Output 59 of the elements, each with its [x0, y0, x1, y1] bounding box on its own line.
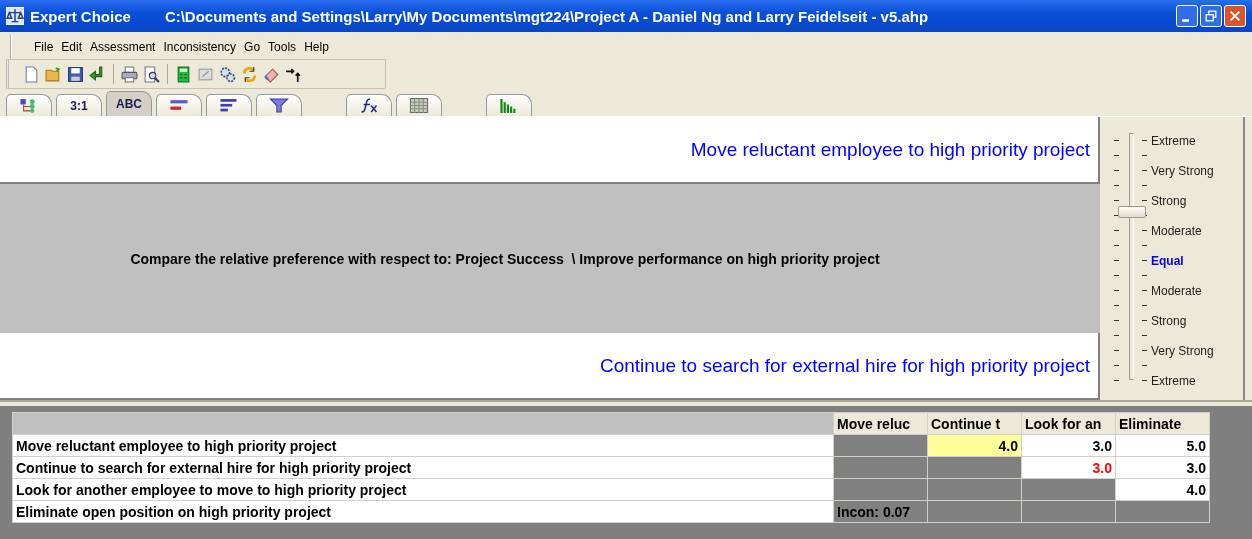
close-icon [1228, 9, 1242, 23]
menu-item[interactable]: Assessment [86, 40, 160, 54]
menu-item[interactable]: File [30, 40, 58, 54]
scale-label: Moderate [1151, 223, 1202, 238]
scale-label: Extreme [1151, 133, 1196, 148]
scale-label: Strong [1151, 193, 1187, 208]
menu-item[interactable]: Inconsistency [159, 40, 241, 54]
column-header: Continue t [927, 412, 1022, 435]
grid-icon [409, 98, 429, 113]
prompt-text: Compare the relative preference with respect to: Project Success \ Improve performance on high priority project [130, 250, 880, 267]
column-header: Look for an [1021, 412, 1116, 435]
bar-pair-icon [169, 98, 189, 113]
scale-label: Moderate [1151, 283, 1202, 298]
calculator-icon[interactable] [175, 65, 192, 83]
scale-label: Extreme [1151, 373, 1196, 388]
tab[interactable]: ABC [106, 91, 152, 116]
slider-thumb[interactable] [1118, 205, 1146, 218]
tab[interactable] [346, 94, 392, 116]
row-header: Look for another employee to move to high priority project [12, 478, 834, 501]
refresh-icon[interactable] [241, 65, 258, 83]
window-title: C:\Documents and Settings\Larry\My Documents\mgt224\Project A - Daniel Ng and Larry Feidelseit - v5.ahp [164, 7, 930, 25]
restore-icon [1204, 9, 1218, 23]
row-header: Continue to search for external hire for high priority project [12, 456, 834, 479]
tab[interactable] [256, 94, 302, 116]
scale-label: Very Strong [1151, 343, 1214, 358]
row-header: Move reluctant employee to high priority project [12, 434, 834, 457]
minimize-button[interactable] [1176, 5, 1198, 27]
tab[interactable] [6, 94, 52, 116]
row-header: Eliminate open position on high priority project [12, 500, 834, 523]
scale-label: Very Strong [1151, 163, 1214, 178]
minimize-icon [1181, 18, 1189, 22]
funnel-icon [269, 98, 289, 113]
close-button[interactable] [1224, 5, 1246, 27]
column-header: Eliminate [1115, 412, 1210, 435]
tab[interactable]: 3:1 [56, 94, 102, 116]
menu-item[interactable]: Edit [57, 40, 87, 54]
bar-list-icon [219, 98, 239, 113]
element-label: Continue to search for external hire for high priority project [599, 354, 1090, 377]
menu-item[interactable]: Tools [264, 40, 301, 54]
scale-label: Equal [1151, 253, 1184, 268]
eraser-icon[interactable] [263, 65, 280, 83]
scales-icon [6, 7, 24, 25]
restore-button[interactable] [1200, 5, 1222, 27]
save-icon[interactable] [67, 65, 84, 83]
menu-item[interactable]: Go [240, 40, 265, 54]
element-label: Move reluctant employee to high priority project [690, 138, 1090, 161]
scale-label: Strong [1151, 313, 1187, 328]
folder-icon[interactable] [45, 65, 62, 83]
tab[interactable] [396, 94, 442, 116]
print-preview-icon[interactable] [143, 65, 160, 83]
new-file-icon[interactable] [23, 65, 40, 83]
tab[interactable] [156, 94, 202, 116]
gears-icon[interactable] [219, 65, 236, 83]
column-header: Move reluc [833, 412, 928, 435]
function-icon [359, 98, 379, 113]
tab[interactable] [206, 94, 252, 116]
printer-icon[interactable] [121, 65, 138, 83]
menu-item[interactable]: Help [300, 40, 333, 54]
app-name: Expert Choice [30, 7, 131, 25]
